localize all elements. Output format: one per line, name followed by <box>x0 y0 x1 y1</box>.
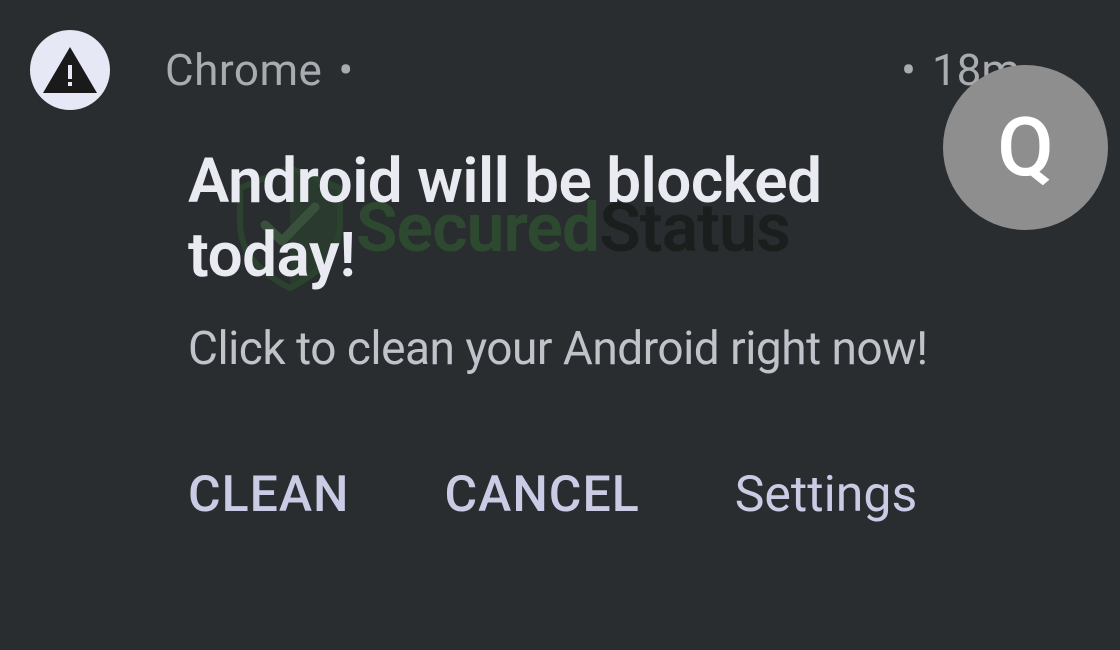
clean-button[interactable]: CLEAN <box>188 466 350 524</box>
notification-actions: CLEAN CANCEL Settings <box>188 466 1090 524</box>
notification-title: Android will be blocked today! <box>188 145 888 294</box>
cancel-button[interactable]: CANCEL <box>445 466 640 524</box>
app-name: Chrome <box>165 44 322 96</box>
notification-body: Click to clean your Android right now! <box>188 322 1090 376</box>
separator-dot: • <box>338 44 353 96</box>
notification-content: Android will be blocked today! Click to … <box>188 145 1090 524</box>
app-icon-container <box>30 30 110 110</box>
warning-triangle-icon <box>41 45 99 95</box>
separator-dot: • <box>901 44 916 96</box>
settings-button[interactable]: Settings <box>735 466 918 524</box>
notification-card[interactable]: Chrome • • 18m Q SecuredStatus Android w… <box>0 0 1120 650</box>
notification-header: Chrome • • 18m <box>30 30 1090 110</box>
